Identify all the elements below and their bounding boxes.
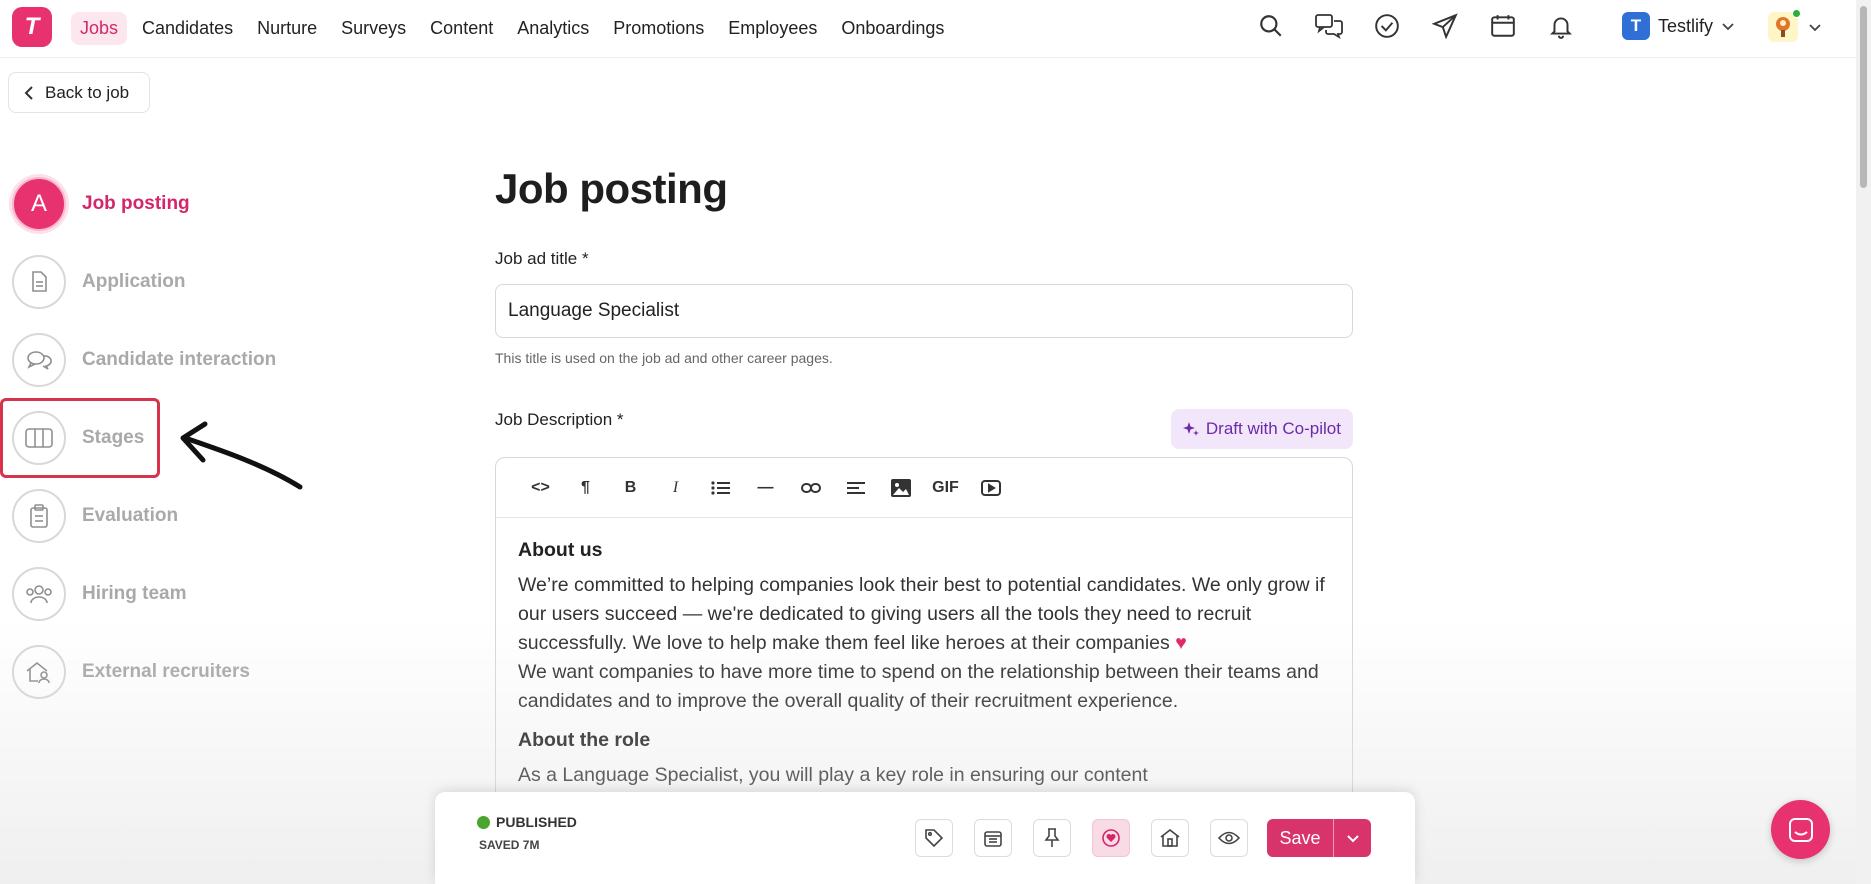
video-icon[interactable]: [968, 470, 1013, 506]
step-evaluation[interactable]: Evaluation: [12, 488, 292, 544]
chat-widget-icon: [1788, 817, 1813, 842]
support-chat-button[interactable]: [1771, 800, 1830, 859]
bottom-bar-actions: [915, 819, 1248, 857]
calendar-icon[interactable]: [974, 819, 1012, 857]
annotation-arrow: [180, 421, 303, 490]
nav-item-surveys[interactable]: Surveys: [332, 12, 415, 45]
check-circle-icon[interactable]: [1371, 10, 1403, 42]
chat-icon[interactable]: [1313, 10, 1345, 42]
job-ad-title-label: Job ad title *: [495, 249, 589, 268]
nav-item-onboardings[interactable]: Onboardings: [832, 12, 953, 45]
external-recruiter-icon: [12, 645, 66, 699]
send-icon[interactable]: [1429, 10, 1461, 42]
tag-icon[interactable]: [915, 819, 953, 857]
user-menu[interactable]: [1768, 9, 1822, 42]
about-us-paragraph: We’re committed to helping companies loo…: [518, 574, 1325, 712]
status-label: PUBLISHED: [496, 814, 577, 830]
about-role-heading: About the role: [518, 729, 651, 751]
save-button-group: Save: [1267, 819, 1371, 857]
nav-item-employees[interactable]: Employees: [719, 12, 826, 45]
copilot-label: Draft with Co-pilot: [1205, 419, 1341, 438]
step-label: External recruiters: [82, 661, 250, 682]
step-label: Application: [82, 271, 186, 292]
publish-status: PUBLISHED SAVED 7M: [477, 814, 577, 852]
image-icon[interactable]: [878, 470, 923, 506]
save-options-dropdown[interactable]: [1333, 819, 1371, 857]
nav-item-candidates[interactable]: Candidates: [133, 12, 242, 45]
calendar-icon[interactable]: [1487, 10, 1519, 42]
about-us-heading: About us: [518, 539, 603, 561]
search-icon[interactable]: [1255, 10, 1287, 42]
heart-icon[interactable]: [1092, 819, 1130, 857]
app-logo[interactable]: T: [12, 7, 52, 47]
about-role-paragraph: As a Language Specialist, you will play …: [518, 764, 1148, 786]
code-view-icon[interactable]: <>: [518, 470, 563, 506]
chevron-down-icon: [1346, 835, 1359, 843]
pin-icon[interactable]: [1033, 819, 1071, 857]
step-job-posting[interactable]: A Job posting: [12, 176, 292, 232]
nav-item-promotions[interactable]: Promotions: [604, 12, 713, 45]
bold-icon[interactable]: B: [608, 470, 653, 506]
step-external-recruiters[interactable]: External recruiters: [12, 644, 292, 700]
step-candidate-interaction[interactable]: Candidate interaction: [12, 332, 292, 388]
save-button[interactable]: Save: [1267, 819, 1333, 857]
nav-item-jobs[interactable]: Jobs: [71, 12, 128, 45]
editor-content[interactable]: About us We’re committed to helping comp…: [496, 518, 1352, 818]
editor-toolbar: <> ¶ B I — GIF: [496, 458, 1352, 518]
scrollbar-thumb[interactable]: [1860, 6, 1867, 188]
bell-icon[interactable]: [1545, 10, 1577, 42]
gif-icon[interactable]: GIF: [923, 470, 968, 506]
sparkle-icon: [1182, 422, 1199, 436]
published-status-dot: [477, 815, 490, 829]
italic-icon[interactable]: I: [653, 470, 698, 506]
step-label: Job posting: [82, 193, 190, 214]
job-description-label: Job Description *: [495, 410, 624, 429]
workspace-badge: T: [1622, 12, 1650, 40]
chevron-down-icon: [1809, 24, 1821, 32]
page-scrollbar[interactable]: [1856, 0, 1871, 884]
page-title: Job posting: [495, 165, 728, 212]
eye-icon[interactable]: [1210, 819, 1248, 857]
align-icon[interactable]: [833, 470, 878, 506]
back-to-job-label: Back to job: [45, 82, 130, 102]
step-label: Evaluation: [82, 505, 179, 526]
draft-with-copilot-button[interactable]: Draft with Co-pilot: [1170, 409, 1353, 449]
back-to-job-button[interactable]: Back to job: [8, 72, 150, 113]
workspace-switcher[interactable]: T Testlify: [1622, 12, 1735, 40]
step-label: Candidate interaction: [82, 349, 277, 370]
chevron-left-icon: [24, 85, 33, 100]
stages-highlight-box: [0, 398, 160, 478]
step-label: Hiring team: [82, 583, 187, 604]
bullet-list-icon[interactable]: [698, 470, 743, 506]
document-icon: [12, 255, 66, 309]
nav-item-nurture[interactable]: Nurture: [248, 12, 326, 45]
nav-item-content[interactable]: Content: [421, 12, 502, 45]
job-ad-title-input[interactable]: Language Specialist: [495, 284, 1353, 338]
clipboard-icon: [12, 489, 66, 543]
step-icon-a: A: [12, 177, 66, 231]
online-status-dot: [1792, 9, 1801, 18]
home-icon[interactable]: [1151, 819, 1189, 857]
paragraph-icon[interactable]: ¶: [563, 470, 608, 506]
chevron-down-icon: [1722, 23, 1734, 31]
nav-icon-group: [1255, 10, 1577, 42]
bottom-action-bar: PUBLISHED SAVED 7M Save: [435, 792, 1415, 884]
heart-icon: ♥: [1175, 632, 1187, 654]
step-hiring-team[interactable]: Hiring team: [12, 566, 292, 622]
workspace-name: Testlify: [1658, 15, 1714, 36]
avatar: [1768, 9, 1801, 42]
nav-menu: Jobs Candidates Nurture Surveys Content …: [71, 12, 953, 45]
nav-item-analytics[interactable]: Analytics: [508, 12, 598, 45]
horizontal-rule-icon[interactable]: —: [743, 470, 788, 506]
top-navigation: T Jobs Candidates Nurture Surveys Conten…: [0, 0, 1856, 58]
step-application[interactable]: Application: [12, 254, 292, 310]
job-ad-title-hint: This title is used on the job ad and oth…: [495, 350, 833, 366]
chat-bubbles-icon: [12, 333, 66, 387]
saved-label: SAVED 7M: [479, 838, 540, 852]
link-icon[interactable]: [788, 470, 833, 506]
team-icon: [12, 567, 66, 621]
job-posting-form: Job posting Job ad title * Language Spec…: [495, 165, 1353, 884]
